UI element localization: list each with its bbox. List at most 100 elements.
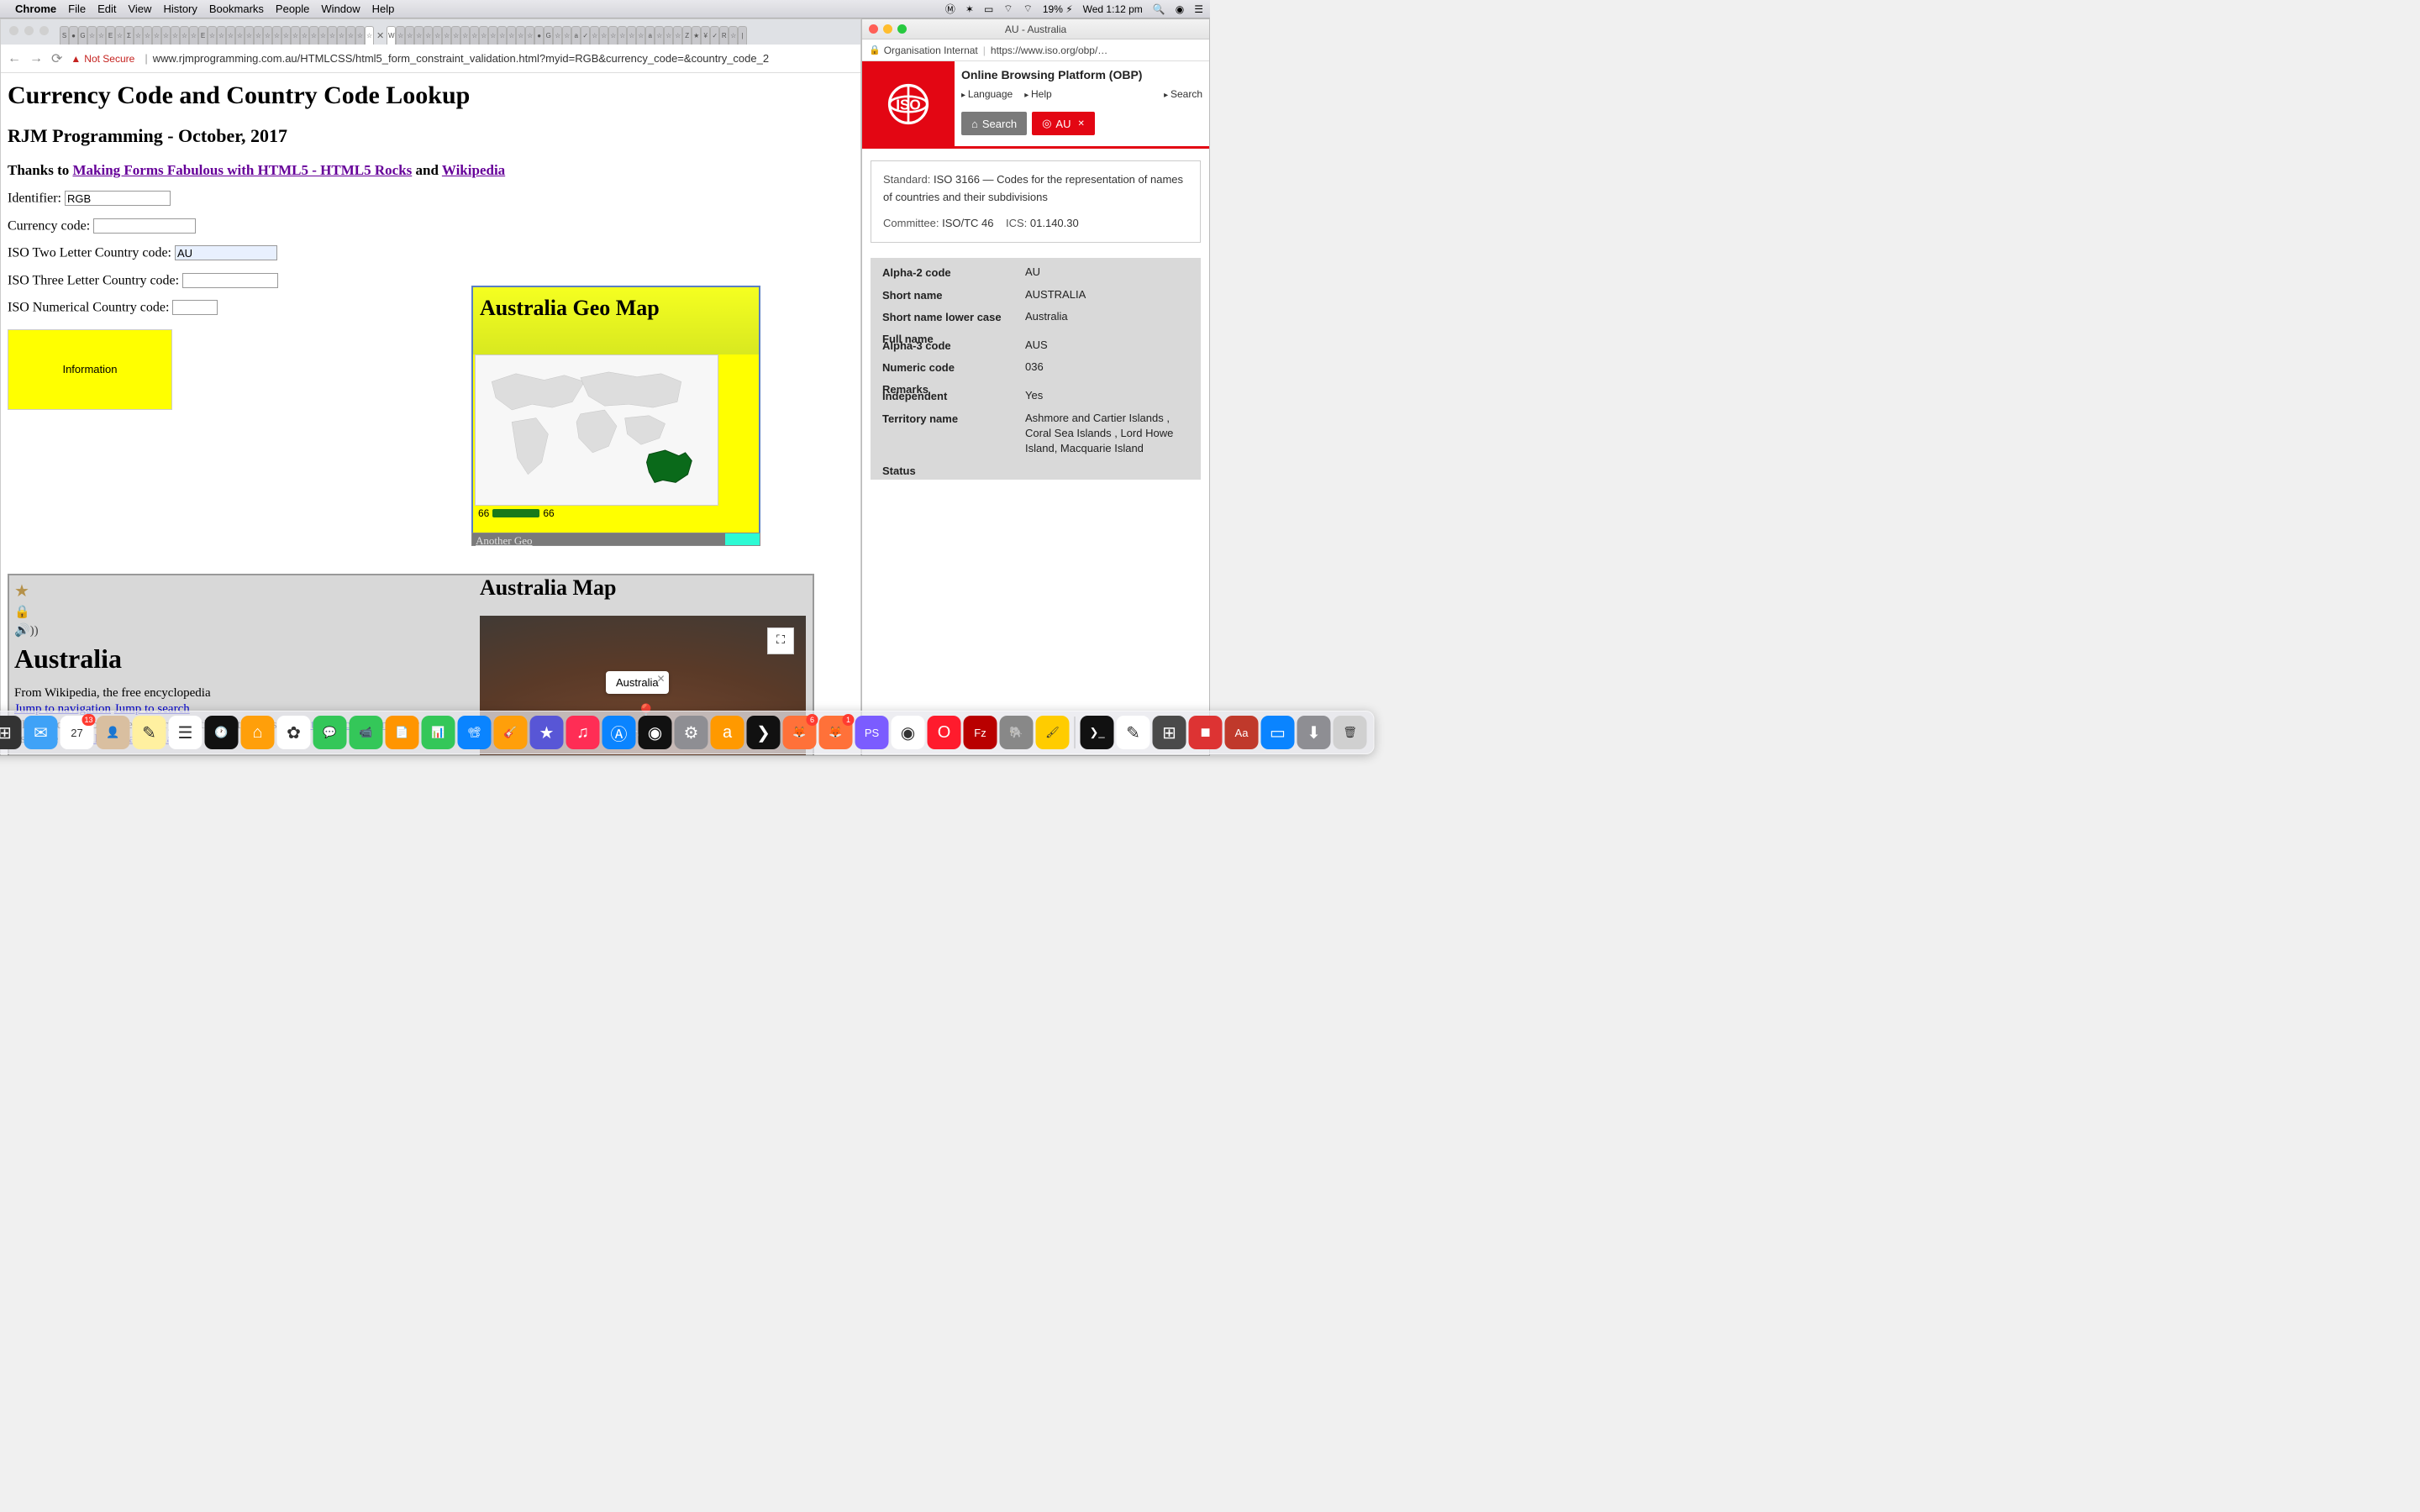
- dock-app-dashboard[interactable]: ⊞: [0, 716, 22, 749]
- dock-app-mail[interactable]: ✉: [24, 716, 58, 749]
- menubar-puzzle-icon[interactable]: ✶: [965, 3, 974, 15]
- menubar-spotlight-icon[interactable]: 🔍: [1153, 3, 1165, 15]
- ison-input[interactable]: [172, 300, 218, 315]
- currency-input[interactable]: [93, 218, 196, 234]
- browser-tab[interactable]: ☆: [507, 26, 516, 45]
- menu-edit[interactable]: Edit: [97, 3, 116, 15]
- dock-app-keynote[interactable]: 📽: [458, 716, 492, 749]
- browser-tab[interactable]: ☆: [442, 26, 451, 45]
- browser-tab[interactable]: ☆: [460, 26, 470, 45]
- menubar-battery[interactable]: 19% ⚡︎: [1043, 3, 1073, 15]
- browser-tab[interactable]: ☆: [729, 26, 738, 45]
- browser-tab[interactable]: ☆: [281, 26, 291, 45]
- tab-close-icon[interactable]: ✕: [1077, 119, 1084, 129]
- browser-tab[interactable]: ¥: [701, 26, 710, 45]
- menubar-display-icon[interactable]: ▭: [984, 3, 993, 15]
- popup-close-icon[interactable]: ✕: [657, 673, 666, 685]
- dock-app-firefox2[interactable]: 🦊1: [819, 716, 853, 749]
- dock-app-notes[interactable]: ✎: [133, 716, 166, 749]
- browser-tab[interactable]: a: [645, 26, 655, 45]
- browser-tab[interactable]: ☆: [599, 26, 608, 45]
- menubar-app-name[interactable]: Chrome: [15, 3, 56, 15]
- browser-tab[interactable]: G: [78, 26, 87, 45]
- browser-tab[interactable]: ☆: [396, 26, 405, 45]
- browser-tab[interactable]: |: [738, 26, 747, 45]
- browser-tab[interactable]: ☆: [189, 26, 198, 45]
- browser-tab[interactable]: ☆: [254, 26, 263, 45]
- dock-app-contacts[interactable]: 👤: [97, 716, 130, 749]
- browser-tab[interactable]: ☆: [470, 26, 479, 45]
- dock-app-garageband[interactable]: 🎸: [494, 716, 528, 749]
- dock-app-home[interactable]: ⌂: [241, 716, 275, 749]
- iso3-input[interactable]: [182, 273, 278, 288]
- menu-bookmarks[interactable]: Bookmarks: [209, 3, 264, 15]
- browser-tab[interactable]: ☆: [451, 26, 460, 45]
- browser-tab[interactable]: ☆: [365, 26, 374, 45]
- browser-tab[interactable]: ☆: [328, 26, 337, 45]
- browser-tab[interactable]: ☆: [171, 26, 180, 45]
- iso-logo[interactable]: ISO: [862, 61, 955, 146]
- menu-history[interactable]: History: [163, 3, 197, 15]
- lang-dropdown[interactable]: Language: [961, 88, 1013, 100]
- geo-slider[interactable]: [492, 509, 539, 517]
- menubar-bluetooth-icon[interactable]: ⌔: [1003, 3, 1013, 15]
- browser-tab[interactable]: ☆: [309, 26, 318, 45]
- dock-app-terminal2[interactable]: ❯: [747, 716, 781, 749]
- browser-tab[interactable]: R: [719, 26, 729, 45]
- link-wikipedia[interactable]: Wikipedia: [442, 162, 505, 178]
- dock-app-clock[interactable]: 🕐: [205, 716, 239, 749]
- dock-app-opera[interactable]: O: [928, 716, 961, 749]
- menu-help[interactable]: Help: [372, 3, 395, 15]
- browser-tab[interactable]: ☆: [217, 26, 226, 45]
- browser-tab[interactable]: E: [198, 26, 208, 45]
- browser-tab[interactable]: ☆: [226, 26, 235, 45]
- dock-app-download[interactable]: ⬇: [1297, 716, 1331, 749]
- world-map[interactable]: [475, 354, 718, 506]
- dock-app-unk1[interactable]: ⊞: [1153, 716, 1186, 749]
- another-geo-bar[interactable]: Another Geo: [471, 533, 760, 546]
- menubar-wifi-icon[interactable]: ⌔: [1023, 3, 1033, 15]
- browser-tab[interactable]: G: [544, 26, 553, 45]
- browser-tab[interactable]: ☆: [272, 26, 281, 45]
- dock-app-calendar[interactable]: 2713: [60, 716, 94, 749]
- browser-tab[interactable]: ☆: [180, 26, 189, 45]
- browser-tab[interactable]: ☆: [245, 26, 254, 45]
- link-html5rocks[interactable]: Making Forms Fabulous with HTML5 - HTML5…: [72, 162, 412, 178]
- dock-app-reminders[interactable]: ☰: [169, 716, 203, 749]
- dock-app-unk3[interactable]: ▭: [1261, 716, 1295, 749]
- tab-close-icon[interactable]: ✕: [376, 30, 384, 41]
- browser-tab[interactable]: ☆: [134, 26, 143, 45]
- browser-tab[interactable]: a: [571, 26, 581, 45]
- menu-file[interactable]: File: [68, 3, 86, 15]
- iso-urlbar[interactable]: 🔒 Organisation Internat | https://www.is…: [862, 39, 1209, 61]
- browser-tab[interactable]: ☆: [590, 26, 599, 45]
- dock-app-numbers[interactable]: 📊: [422, 716, 455, 749]
- browser-tab[interactable]: ☆: [414, 26, 424, 45]
- browser-tab[interactable]: ★: [692, 26, 701, 45]
- dock-app-textedit[interactable]: ✎: [1117, 716, 1150, 749]
- browser-tab[interactable]: ✓: [581, 26, 590, 45]
- dock-app-unk2[interactable]: ■: [1189, 716, 1223, 749]
- dock-app-filezilla[interactable]: Fz: [964, 716, 997, 749]
- search-link[interactable]: Search: [1164, 88, 1202, 100]
- browser-tab[interactable]: ☆: [318, 26, 328, 45]
- browser-tab[interactable]: ☆: [433, 26, 442, 45]
- browser-tab[interactable]: E: [106, 26, 115, 45]
- browser-tab[interactable]: ☆: [355, 26, 365, 45]
- browser-tab[interactable]: ☆: [291, 26, 300, 45]
- browser-tab[interactable]: Σ: [124, 26, 134, 45]
- dock-app-imovie[interactable]: ★: [530, 716, 564, 749]
- address-bar[interactable]: ▲ Not Secure | www.rjmprogramming.com.au…: [71, 52, 854, 65]
- browser-tab[interactable]: ☆: [562, 26, 571, 45]
- fullscreen-button[interactable]: ⛶: [767, 627, 794, 654]
- dock-app-amazon[interactable]: a: [711, 716, 744, 749]
- information-button[interactable]: Information: [8, 329, 172, 410]
- browser-tab[interactable]: ●: [69, 26, 78, 45]
- dock-app-pages[interactable]: 📄: [386, 716, 419, 749]
- dock-app-paint[interactable]: 🖌: [1036, 716, 1070, 749]
- browser-tab[interactable]: ☆: [346, 26, 355, 45]
- tab-au[interactable]: ◎ AU ✕: [1032, 112, 1095, 135]
- dock-app-messages[interactable]: 💬: [313, 716, 347, 749]
- browser-tab[interactable]: ☆: [516, 26, 525, 45]
- menubar-siri-icon[interactable]: ◉: [1176, 3, 1184, 15]
